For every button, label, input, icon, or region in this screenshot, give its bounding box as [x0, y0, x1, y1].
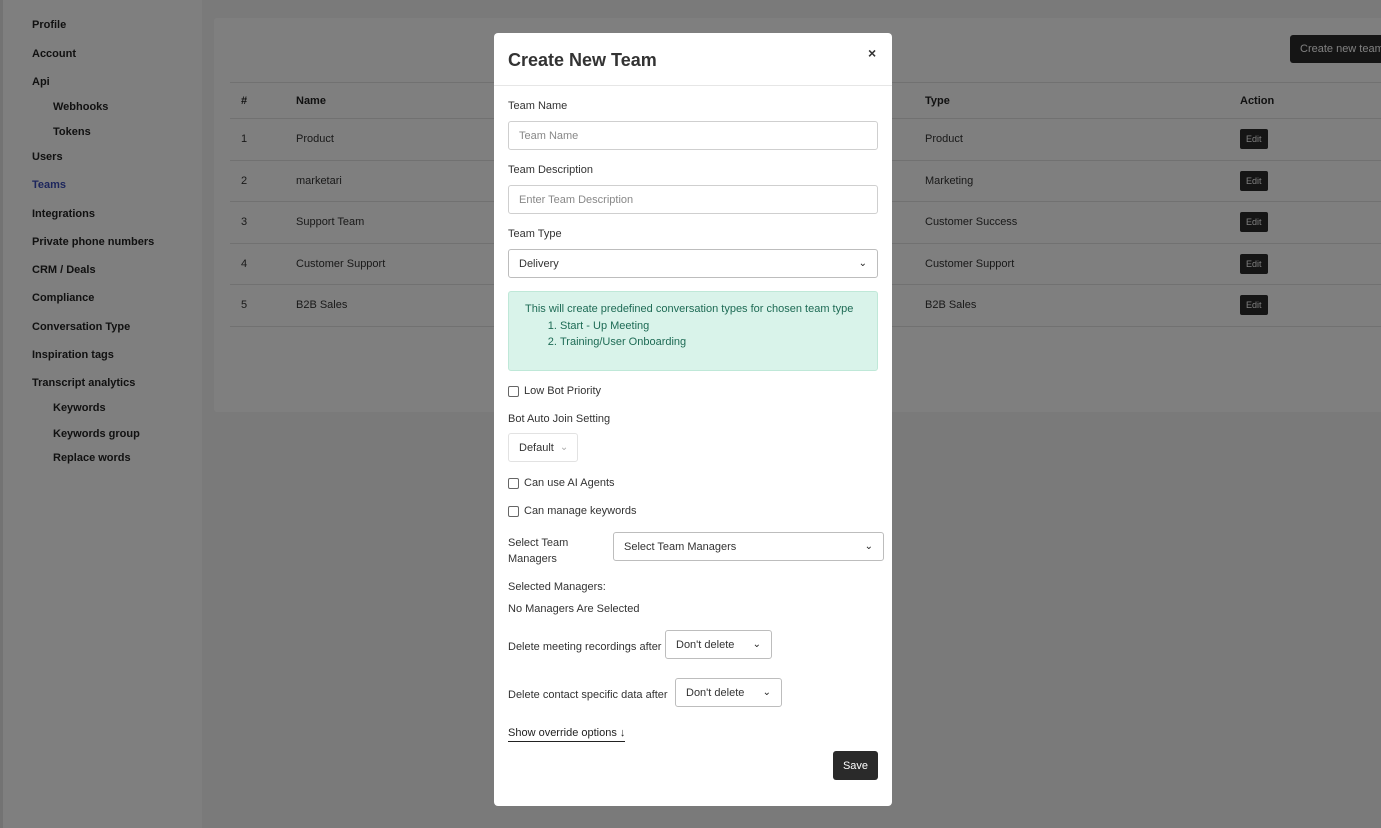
chevron-down-icon: ⌄ [858, 258, 867, 269]
team-type-info-box: This will create predefined conversation… [508, 291, 878, 371]
delete-recordings-label: Delete meeting recordings after [508, 641, 662, 653]
info-text: This will create predefined conversation… [525, 303, 854, 315]
team-managers-select[interactable]: Select Team Managers ⌄ [613, 532, 884, 561]
team-managers-label-line2: Managers [508, 553, 557, 565]
bot-auto-join-label: Bot Auto Join Setting [508, 413, 611, 425]
selected-managers-label: Selected Managers: [508, 581, 606, 593]
can-manage-keywords-label: Can manage keywords [524, 505, 637, 517]
low-bot-priority-label: Low Bot Priority [524, 385, 602, 397]
chevron-down-icon: ⌄ [864, 541, 873, 552]
team-type-label: Team Type [508, 228, 562, 240]
delete-contact-data-select[interactable]: Don't delete ⌄ [675, 678, 782, 707]
create-team-modal: Create New Team × Team Name Team Descrip… [494, 33, 892, 806]
bot-auto-join-select[interactable]: Default ⌄ [508, 433, 578, 462]
team-managers-label-line1: Select Team [508, 537, 569, 549]
team-name-label: Team Name [508, 100, 568, 112]
chevron-down-icon: ⌄ [752, 639, 761, 650]
bot-auto-join-value: Default [519, 441, 554, 454]
team-managers-label: Select Team Managers [508, 535, 568, 567]
can-use-ai-agents-checkbox[interactable]: Can use AI Agents [508, 477, 615, 489]
chevron-down-icon: ⌄ [762, 687, 771, 698]
close-icon[interactable]: × [868, 45, 876, 61]
modal-title: Create New Team [508, 50, 657, 70]
team-type-value: Delivery [519, 257, 559, 270]
info-list-item: Start - Up Meeting [560, 318, 861, 334]
team-type-select[interactable]: Delivery ⌄ [508, 249, 878, 278]
delete-recordings-value: Don't delete [676, 638, 735, 651]
team-description-input[interactable] [508, 185, 878, 214]
delete-contact-data-label: Delete contact specific data after [508, 689, 668, 701]
checkbox-box[interactable] [508, 385, 519, 397]
delete-contact-data-value: Don't delete [686, 686, 745, 699]
checkbox-box[interactable] [508, 505, 519, 517]
info-list-item: Training/User Onboarding [560, 334, 861, 350]
modal-header-divider [494, 85, 892, 86]
info-list: Start - Up Meeting Training/User Onboard… [560, 318, 861, 350]
can-use-ai-agents-label: Can use AI Agents [524, 477, 615, 489]
team-managers-value: Select Team Managers [624, 540, 737, 553]
selected-managers-value: No Managers Are Selected [508, 603, 640, 615]
show-override-options-link[interactable]: Show override options ↓ [508, 727, 626, 742]
checkbox-box[interactable] [508, 477, 519, 489]
chevron-down-icon: ⌄ [559, 442, 569, 453]
low-bot-priority-checkbox[interactable]: Low Bot Priority [508, 385, 601, 397]
can-manage-keywords-checkbox[interactable]: Can manage keywords [508, 505, 637, 517]
save-button[interactable]: Save [833, 751, 878, 780]
delete-recordings-select[interactable]: Don't delete ⌄ [665, 630, 772, 659]
team-description-label: Team Description [508, 164, 593, 176]
team-name-input[interactable] [508, 121, 878, 150]
